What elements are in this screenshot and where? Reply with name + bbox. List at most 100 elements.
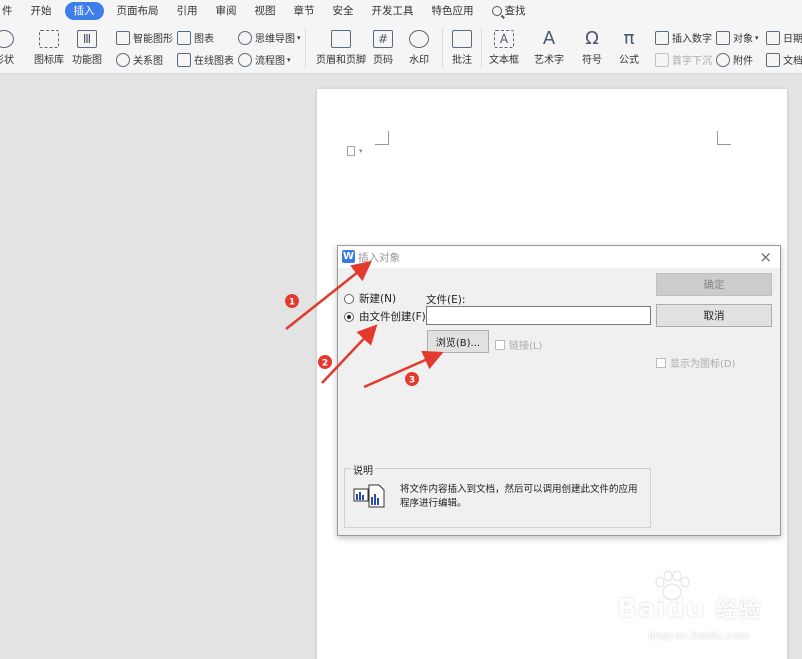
link-checkbox-box[interactable] [495,339,505,350]
radio-new[interactable]: 新建(N) [344,291,396,306]
menu-bar: 件 开始 插入 页面布局 引用 审阅 视图 章节 安全 开发工具 特色应用 查找 [0,0,802,22]
drop-cap-button[interactable]: 首字下沉 [655,52,712,67]
watermark-label: 水印 [409,55,429,66]
drop-cap-icon [655,52,669,67]
pi-icon: π [623,28,635,49]
header-footer-label: 页眉和页脚 [316,55,366,66]
radio-from-file[interactable]: 由文件创建(F) [344,309,426,324]
smart-art-button[interactable]: 智能图形 [116,30,173,45]
paste-options-icon[interactable] [347,146,355,156]
online-chart-label: 在线图表 [194,56,234,67]
watermark-brand-2: du [666,594,706,624]
file-field-label: 文件(E): [426,294,466,306]
radio-from-file-label: 由文件创建(F) [359,311,426,323]
text-box-button[interactable]: A 文本框 [489,30,519,66]
description-title: 说明 [351,462,375,477]
mind-map-label: 思维导图 [255,34,295,45]
file-path-input[interactable] [426,306,651,325]
annotation-badge-1 [285,294,299,308]
insert-number-label: 插入数字 [672,34,712,45]
symbol-button[interactable]: Ω 符号 [582,28,602,67]
chart-label: 图表 [194,34,214,45]
word-art-button[interactable]: A 艺术字 [534,28,564,67]
object-icon [716,30,730,45]
ok-button[interactable]: 确定 [656,273,772,296]
display-as-icon-checkbox[interactable]: 显示为图标(D) [656,355,736,370]
calendar-icon [766,30,780,45]
icon-library-icon [39,30,59,48]
header-footer-button[interactable]: 页眉和页脚 [316,30,366,66]
menu-section[interactable]: 章节 [285,2,324,20]
object-label: 对象 [733,34,753,45]
omega-icon: Ω [585,28,599,49]
menu-file[interactable]: 件 [0,2,22,20]
smart-art-icon [116,30,130,45]
shape-button[interactable]: 形状 [0,30,14,66]
menu-search[interactable]: 查找 [483,2,535,20]
ribbon-toolbar: 形状 图标库 Ⅲ 功能图 智能图形 关系图 图表 在线图表 思维导图 ▾ 流程图… [0,22,802,74]
menu-developer[interactable]: 开发工具 [363,2,423,20]
word-art-label: 艺术字 [534,55,564,66]
display-as-icon-box[interactable] [656,357,666,368]
chevron-down-icon: ▾ [359,147,363,155]
menu-references[interactable]: 引用 [168,2,207,20]
page-number-icon: # [373,30,393,48]
menu-view[interactable]: 视图 [246,2,285,20]
close-icon[interactable]: × [759,247,772,267]
relation-chart-label: 关系图 [133,56,163,67]
func-chart-button[interactable]: Ⅲ 功能图 [72,30,102,66]
link-checkbox[interactable]: 链接(L) [495,337,542,352]
flow-chart-button[interactable]: 流程图 ▾ [238,52,291,67]
mind-map-icon [238,30,252,45]
radio-from-file-dot[interactable] [344,311,354,322]
menu-insert[interactable]: 插入 [64,2,104,20]
func-chart-label: 功能图 [72,55,102,66]
annotation-number-1: 1 [289,298,295,308]
menu-security[interactable]: 安全 [324,2,363,20]
menu-page-layout[interactable]: 页面布局 [108,2,168,20]
ribbon-separator [305,28,306,68]
function-chart-icon: Ⅲ [77,30,97,48]
radio-new-label: 新建(N) [359,293,397,305]
dialog-title: 插入对象 [358,252,400,264]
page-number-label: 页码 [373,55,393,66]
shape-label: 形状 [0,55,14,66]
icon-lib-button[interactable]: 图标库 [34,30,64,66]
text-box-icon: A [494,30,514,48]
object-button[interactable]: 对象 ▾ [716,30,759,45]
online-chart-button[interactable]: 在线图表 [177,52,234,67]
chevron-down-icon: ▾ [287,55,291,64]
document-button[interactable]: 文档 [766,52,802,67]
document-icon [766,52,780,67]
flow-chart-icon [238,52,252,67]
menu-special[interactable]: 特色应用 [423,2,483,20]
document-label: 文档 [783,56,802,67]
cancel-button[interactable]: 取消 [656,304,772,327]
drop-cap-label: 首字下沉 [672,56,712,67]
paperclip-icon [716,52,730,67]
relation-chart-button[interactable]: 关系图 [116,52,163,67]
dialog-title-bar[interactable]: W 插入对象 × [338,246,780,268]
link-checkbox-label: 链接(L) [509,341,543,352]
word-art-icon: A [542,28,556,49]
file-object-icon [353,484,385,508]
menu-home[interactable]: 开始 [22,2,61,20]
browse-button[interactable]: 浏览(B)... [427,330,489,353]
page-number-button[interactable]: # 页码 [373,30,393,66]
date-label: 日期 [783,34,802,45]
chevron-down-icon: ▾ [297,33,301,42]
search-icon [491,6,502,16]
formula-button[interactable]: π 公式 [619,28,639,67]
chevron-down-icon: ▾ [755,33,759,42]
menu-review[interactable]: 审阅 [207,2,246,20]
attachment-button[interactable]: 附件 [716,52,753,67]
watermark-button[interactable]: 水印 [409,30,429,66]
chart-button[interactable]: 图表 [177,30,214,45]
watermark-url: jingyan.baidu.com [648,629,750,642]
insert-number-button[interactable]: 插入数字 [655,30,712,45]
radio-new-dot[interactable] [344,293,354,304]
date-button[interactable]: 日期 [766,30,802,45]
mind-map-button[interactable]: 思维导图 ▾ [238,30,301,45]
comment-button[interactable]: 批注 [452,30,472,66]
description-text: 将文件内容插入到文档，然后可以调用创建此文件的应用程序进行编辑。 [400,484,638,509]
